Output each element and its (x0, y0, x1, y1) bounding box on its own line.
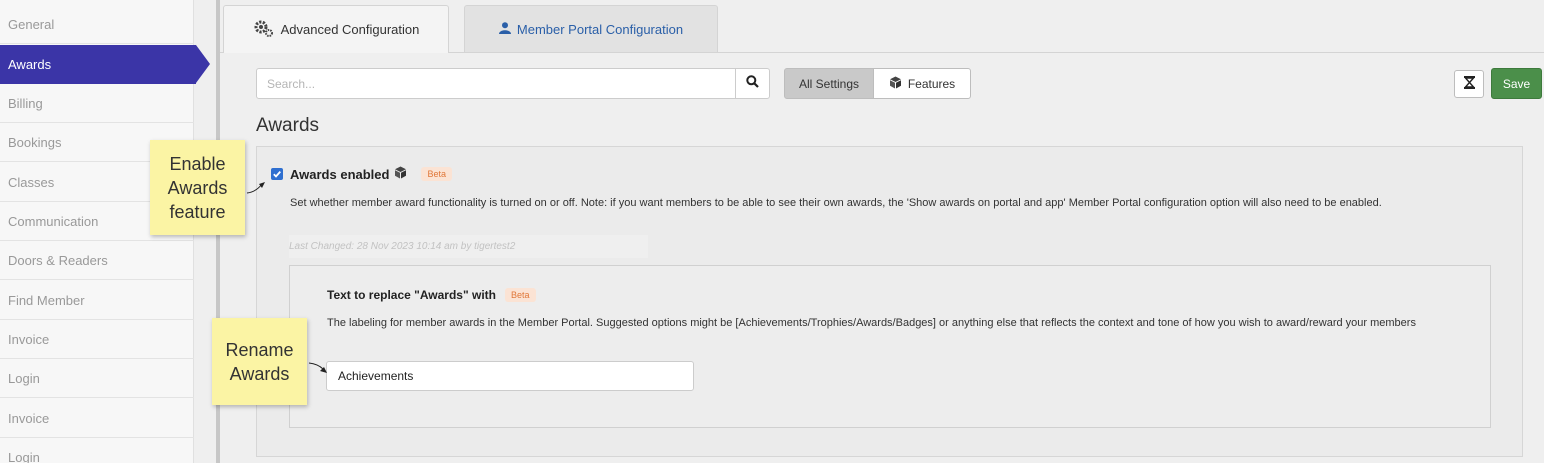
awards-enabled-description: Set whether member award functionality i… (290, 197, 1382, 209)
search-icon (746, 74, 759, 93)
hourglass-icon (1463, 76, 1475, 92)
sidebar-item-invoice[interactable]: Invoice (0, 399, 194, 438)
awards-label-input[interactable] (326, 361, 694, 391)
tab-label: Member Portal Configuration (516, 22, 684, 37)
sidebar-item-login[interactable]: Login (0, 359, 194, 398)
section-title: Awards (256, 115, 320, 136)
beta-badge: Beta (421, 167, 452, 181)
sidebar-item-invoice[interactable]: Invoice (0, 320, 194, 359)
tab-baseline (220, 52, 223, 53)
tab-label: Advanced Configuration (280, 22, 420, 37)
search-input[interactable] (256, 68, 736, 99)
awards-enabled-checkbox[interactable] (271, 168, 283, 180)
rename-awards-label: Text to replace "Awards" with (327, 288, 496, 302)
rename-awards-description: The labeling for member awards in the Me… (327, 317, 1416, 329)
search-button[interactable] (735, 68, 770, 99)
sidebar-item-general[interactable]: General (0, 5, 194, 44)
all-settings-button[interactable]: All Settings (784, 68, 874, 99)
annotation-enable-awards: Enable Awards feature (150, 140, 245, 235)
all-settings-label: All Settings (798, 76, 860, 91)
tab-member-portal-configuration[interactable]: Member Portal Configuration (464, 5, 718, 53)
tab-baseline (449, 52, 1544, 53)
awards-enabled-label: Awards enabled (290, 166, 390, 182)
gears-icon (253, 19, 275, 40)
beta-badge: Beta (504, 288, 536, 302)
features-label: Features (907, 76, 956, 91)
tab-advanced-configuration[interactable]: Advanced Configuration (223, 5, 449, 53)
awards-enabled-heading: Awards enabled Beta (290, 166, 452, 182)
history-button[interactable] (1454, 70, 1484, 98)
sidebar-item-awards[interactable]: Awards (0, 45, 210, 84)
rename-awards-heading: Text to replace "Awards" with Beta (327, 288, 536, 302)
sidebar-item-doors-readers[interactable]: Doors & Readers (0, 241, 194, 280)
user-icon (498, 22, 511, 37)
features-button[interactable]: Features (873, 68, 971, 99)
sidebar-item-find-member[interactable]: Find Member (0, 281, 194, 320)
save-button[interactable]: Save (1491, 68, 1542, 99)
cube-icon (889, 76, 902, 92)
annotation-rename-awards: Rename Awards (212, 318, 307, 405)
sidebar-item-login[interactable]: Login (0, 438, 194, 463)
cube-icon (394, 166, 407, 182)
sidebar-item-billing[interactable]: Billing (0, 84, 194, 123)
last-changed-text: Last Changed: 28 Nov 2023 10:14 am by ti… (289, 235, 648, 258)
